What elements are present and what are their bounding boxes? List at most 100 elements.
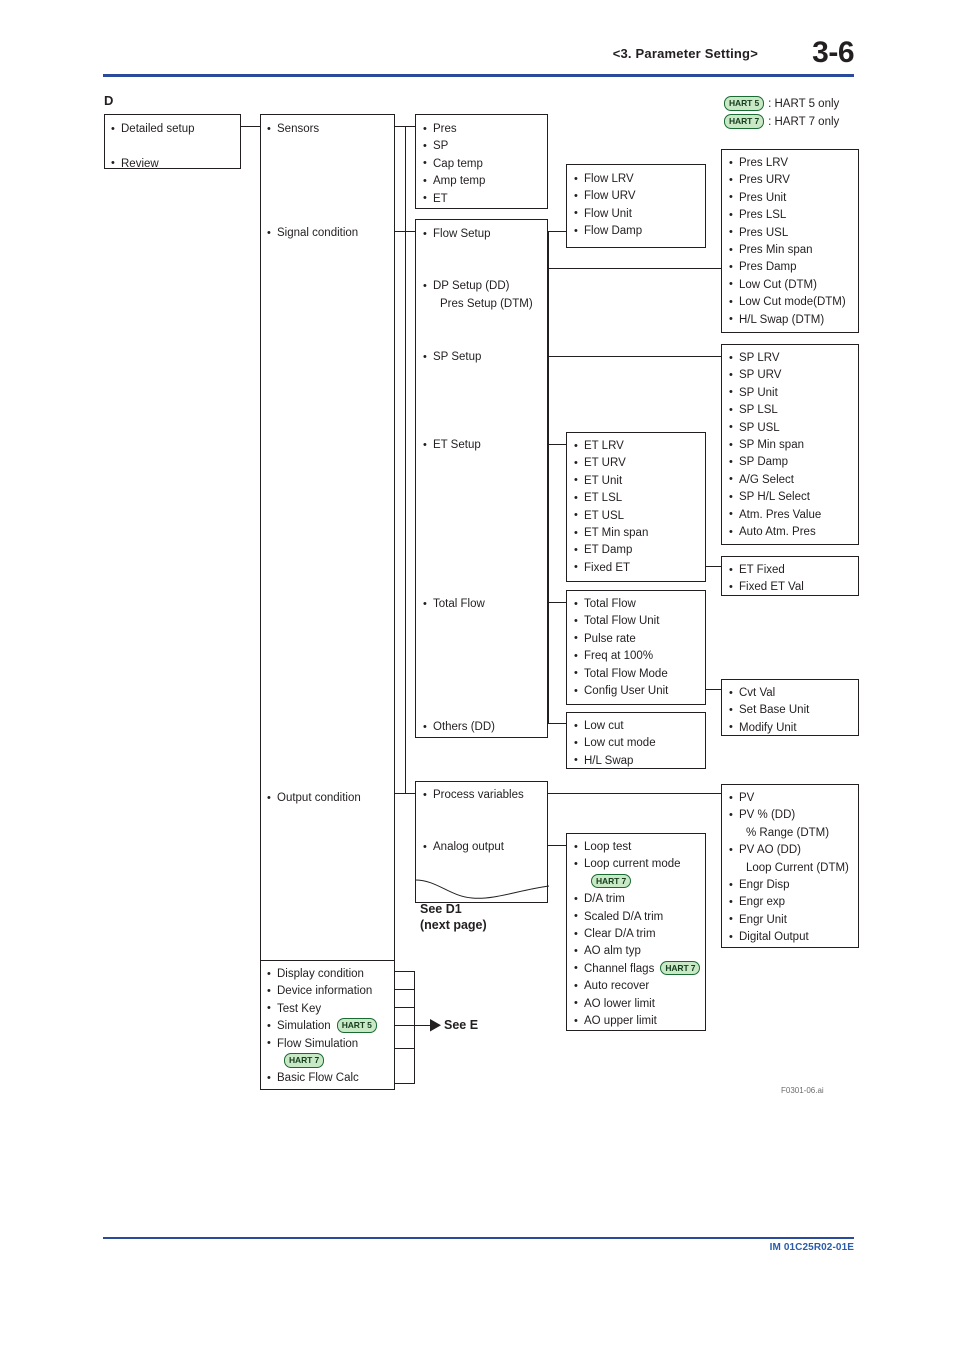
box-analog-output-detail: Loop test Loop current mode HART 7 D/A t… — [566, 833, 706, 1031]
item-pv: PV — [729, 789, 858, 807]
item-device-information: Device information — [267, 983, 394, 1001]
item-display-condition: Display condition — [267, 965, 394, 983]
hart-legend: HART 5: HART 5 only HART 7: HART 7 only — [724, 95, 839, 131]
item-sp-urv: SP URV — [729, 367, 858, 385]
item-digital-output: Digital Output — [729, 929, 858, 947]
spine-col2-col3 — [405, 126, 406, 793]
item-simulation: Simulation HART 5 — [267, 1018, 394, 1036]
item-loop-current-mode-badge-row: HART 7 — [574, 873, 705, 891]
parameter-setting-tree-diagram: D HART 5: HART 5 only HART 7: HART 7 onl… — [0, 0, 954, 1350]
box-total-flow-detail: Total Flow Total Flow Unit Pulse rate Fr… — [566, 590, 706, 705]
see-e-stub-3 — [395, 1007, 415, 1008]
box-signal-condition-detail: Flow Setup xx DP Setup (DD) Pres Setup (… — [415, 219, 548, 738]
item-engr-exp: Engr exp — [729, 894, 858, 912]
item-pv-percent-dd: PV % (DD) — [729, 807, 858, 825]
connector-totalflow-to-cvt — [706, 689, 722, 690]
item-et-setup: ET Setup — [423, 436, 481, 454]
item-pres-setup: Pres Setup (DTM) — [440, 297, 533, 310]
item-loop-current-dtm: Loop Current (DTM) — [746, 861, 849, 874]
item-flow-damp: Flow Damp — [574, 223, 705, 241]
item-cvt-val: Cvt Val — [729, 684, 858, 702]
item-sensors: Sensors — [267, 120, 394, 138]
see-e-stub-6 — [395, 1083, 415, 1084]
item-process-variables: Process variables — [423, 786, 547, 804]
legend-text-hart7: : HART 7 only — [768, 116, 840, 128]
see-e-pointer: See E — [444, 1018, 479, 1032]
item-fixed-et-val: Fixed ET Val — [729, 579, 858, 597]
item-analog-output: Analog output — [423, 839, 547, 857]
see-e-bracket-spine — [414, 971, 415, 1083]
item-modify-unit: Modify Unit — [729, 719, 858, 737]
item-sp-lrv: SP LRV — [729, 349, 858, 367]
item-sp-lsl: SP LSL — [729, 402, 858, 420]
item-et: ET — [423, 190, 547, 208]
item-clear-da-trim: Clear D/A trim — [574, 926, 705, 944]
item-da-trim: D/A trim — [574, 891, 705, 909]
hart7-badge-icon: HART 7 — [591, 873, 632, 889]
item-ag-select: A/G Select — [729, 471, 858, 489]
hart7-badge-icon: HART 7 — [724, 114, 765, 129]
box-root-menu: Detailed setup x Review — [104, 114, 241, 173]
item-hl-swap-dtm: H/L Swap (DTM) — [729, 311, 858, 329]
item-auto-recover: Auto recover — [574, 978, 705, 996]
footer-doc-code: IM 01C25R02-01E — [769, 1242, 854, 1253]
see-e-stub-5 — [395, 1048, 415, 1049]
box-main-categories: Sensors xxxxx Signal condition Output co… — [260, 114, 395, 1090]
item-et-lsl: ET LSL — [574, 490, 705, 508]
item-loop-current-mode: Loop current mode — [574, 856, 705, 874]
footer-rule — [103, 1237, 854, 1239]
item-sp-unit: SP Unit — [729, 384, 858, 402]
item-sp-usl: SP USL — [729, 419, 858, 437]
box-pres-setup-detail: Pres LRV Pres URV Pres Unit Pres LSL Pre… — [721, 149, 859, 333]
item-ao-upper-limit: AO upper limit — [574, 1013, 705, 1031]
connector-et-to-etfixed — [706, 566, 722, 567]
box-other-categories: Display condition Device information Tes… — [260, 960, 395, 1090]
stub-et-setup — [548, 444, 566, 445]
item-et-lrv: ET LRV — [574, 437, 705, 455]
legend-row-hart7: HART 7: HART 7 only — [724, 113, 839, 131]
item-freq-at-100: Freq at 100% — [574, 648, 705, 666]
stub-sensors — [395, 126, 415, 127]
item-pres-damp: Pres Damp — [729, 259, 858, 277]
stub-signal-condition — [395, 231, 415, 232]
item-auto-atm-pres: Auto Atm. Pres — [729, 524, 858, 542]
item-pres-usl: Pres USL — [729, 224, 858, 242]
item-flow-simulation: Flow Simulation — [267, 1035, 394, 1053]
box-config-user-unit-detail: Cvt Val Set Base Unit Modify Unit — [721, 679, 859, 737]
hart5-badge-icon: HART 5 — [724, 96, 765, 111]
item-pv-ao-dd: PV AO (DD) — [729, 842, 858, 860]
item-pres-urv: Pres URV — [729, 172, 858, 190]
item-et-damp: ET Damp — [574, 542, 705, 560]
item-pres-unit: Pres Unit — [729, 189, 858, 207]
item-engr-disp: Engr Disp — [729, 877, 858, 895]
legend-row-hart5: HART 5: HART 5 only — [724, 95, 839, 113]
legend-text-hart5: : HART 5 only — [768, 98, 840, 110]
item-ao-lower-limit: AO lower limit — [574, 995, 705, 1013]
item-et-min-span: ET Min span — [574, 525, 705, 543]
box-sensors-detail: Pres SP Cap temp Amp temp ET — [415, 114, 548, 209]
item-signal-condition: Signal condition — [267, 225, 394, 243]
item-fixed-et: Fixed ET — [574, 559, 705, 577]
item-atm-pres-value: Atm. Pres Value — [729, 506, 858, 524]
see-e-arrowhead-icon — [430, 1019, 441, 1032]
item-low-cut: Low cut — [574, 717, 705, 735]
box-process-variables-detail: PV PV % (DD) % Range (DTM) PV AO (DD) Lo… — [721, 784, 859, 948]
item-et-usl: ET USL — [574, 507, 705, 525]
item-total-flow: Total Flow — [574, 595, 705, 613]
item-scaled-da-trim: Scaled D/A trim — [574, 908, 705, 926]
diagram-section-letter: D — [104, 93, 114, 108]
item-loop-test: Loop test — [574, 838, 705, 856]
item-flow-urv: Flow URV — [574, 188, 705, 206]
item-channel-flags-label: Channel flags — [584, 962, 655, 975]
item-sp-setup: SP Setup — [423, 348, 481, 366]
item-pres-lrv: Pres LRV — [729, 154, 858, 172]
stub-sp-setup — [548, 356, 713, 357]
stub-analog-output — [548, 845, 566, 846]
item-et-unit: ET Unit — [574, 472, 705, 490]
item-cap-temp: Cap temp — [423, 155, 547, 173]
item-sp-min-span: SP Min span — [729, 437, 858, 455]
item-sp: SP — [423, 138, 547, 156]
item-low-cut-mode-dtm: Low Cut mode(DTM) — [729, 294, 858, 312]
item-test-key: Test Key — [267, 1000, 394, 1018]
item-pres-lsl: Pres LSL — [729, 207, 858, 225]
